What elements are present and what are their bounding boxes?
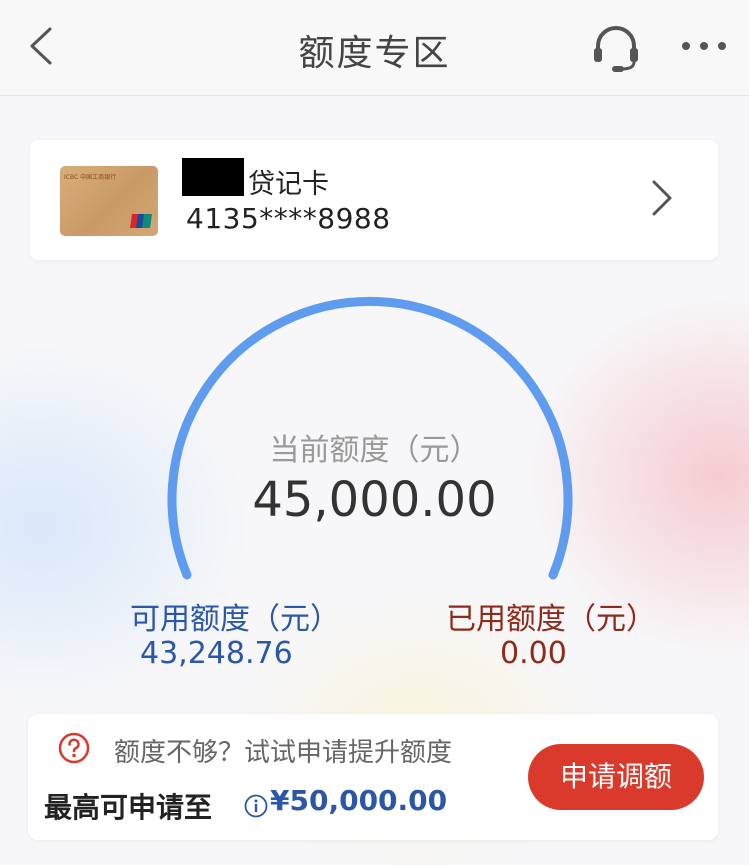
current-limit-value: 45,000.00 xyxy=(252,472,497,528)
current-limit-label: 当前额度（元） xyxy=(269,433,480,468)
more-horizontal-icon[interactable] xyxy=(680,36,728,56)
max-apply-amount: ¥50,000.00 xyxy=(270,784,448,817)
card-selector[interactable]: ICBC 中国工商银行 贷记卡 4135****8988 xyxy=(30,140,718,260)
headset-icon[interactable] xyxy=(590,22,642,74)
available-limit-value: 43,248.76 xyxy=(140,636,293,671)
available-limit-label: 可用额度（元） xyxy=(130,602,340,637)
card-type-label: 贷记卡 xyxy=(248,169,329,200)
limit-increase-panel: 额度不够？试试申请提升额度 最高可申请至 ¥50,000.00 申请调额 xyxy=(28,714,718,840)
question-icon xyxy=(58,732,90,764)
card-image: ICBC 中国工商银行 xyxy=(60,166,158,236)
redacted-name xyxy=(182,158,244,196)
used-limit-value: 0.00 xyxy=(500,636,567,671)
bank-logo: ICBC 中国工商银行 xyxy=(64,174,117,181)
apply-increase-button[interactable]: 申请调额 xyxy=(528,744,704,810)
card-number: 4135****8988 xyxy=(186,202,391,235)
used-limit-label: 已用额度（元） xyxy=(446,602,656,637)
unionpay-icon xyxy=(130,214,152,228)
chevron-right-icon[interactable] xyxy=(650,178,674,218)
limit-hint-text: 额度不够？试试申请提升额度 xyxy=(114,738,453,768)
info-icon[interactable] xyxy=(244,794,268,818)
max-apply-label: 最高可申请至 xyxy=(44,791,213,824)
nav-bar: 额度专区 xyxy=(0,0,749,96)
